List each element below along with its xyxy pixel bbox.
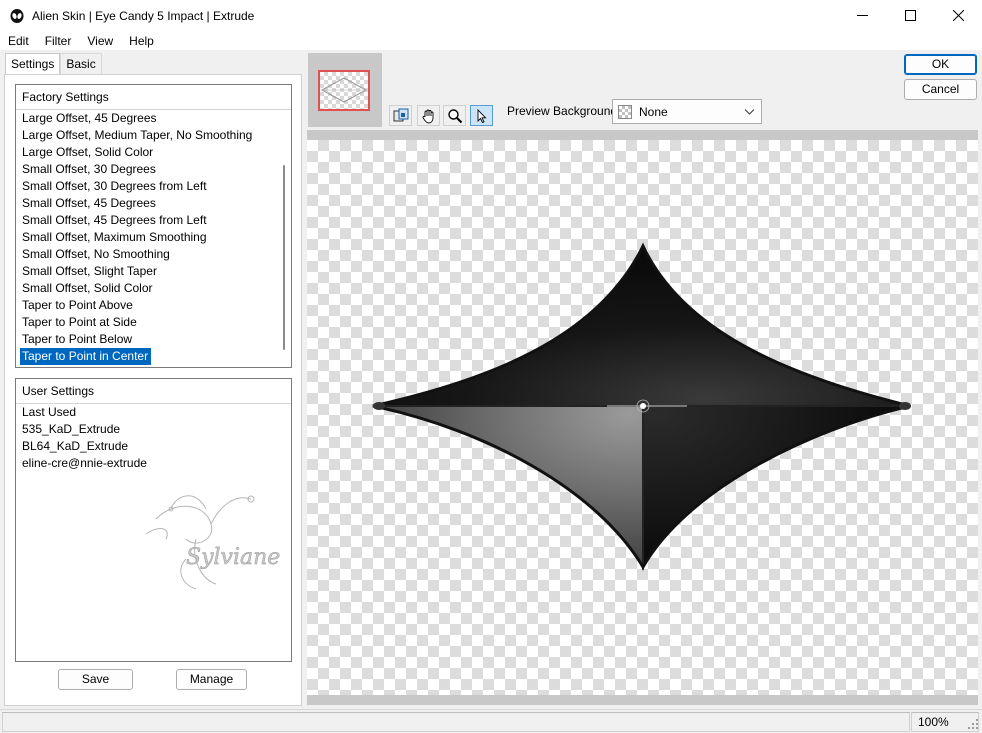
- preview-frame: [307, 130, 978, 705]
- user-settings-list[interactable]: User Settings Last Used 535_KaD_Extrude BL…: [15, 378, 292, 662]
- list-item[interactable]: Small Offset, 45 Degrees from Left: [20, 212, 277, 229]
- settings-panel: Settings Basic Factory Settings Large Of…: [0, 50, 304, 706]
- list-item[interactable]: Small Offset, No Smoothing: [20, 246, 277, 263]
- hand-tool-button[interactable]: [417, 105, 440, 126]
- factory-settings-list[interactable]: Factory Settings Large Offset, 45 Degree…: [15, 84, 292, 368]
- preview-toggle-icon: [393, 108, 408, 121]
- save-button[interactable]: Save: [58, 669, 133, 690]
- extruded-star-preview: [372, 242, 911, 571]
- hand-icon: [422, 109, 433, 123]
- menu-view[interactable]: View: [79, 34, 121, 48]
- navigator-thumbnail[interactable]: [308, 53, 382, 127]
- preview-background-value: None: [639, 104, 668, 119]
- pointer-icon: [477, 108, 487, 123]
- zoom-icon: [447, 108, 462, 123]
- pointer-tool-button[interactable]: [470, 105, 493, 126]
- list-item[interactable]: Taper to Point Above: [20, 297, 277, 314]
- tab-settings[interactable]: Settings: [5, 53, 61, 74]
- list-item[interactable]: Large Offset, Solid Color: [20, 144, 277, 161]
- minimize-button[interactable]: [838, 0, 886, 31]
- tab-basic[interactable]: Basic: [60, 53, 102, 75]
- list-item[interactable]: 535_KaD_Extrude: [20, 421, 277, 438]
- close-icon: [952, 10, 964, 21]
- chevron-down-icon: [744, 109, 755, 115]
- list-item-selected[interactable]: Taper to Point in Center: [20, 348, 152, 365]
- minimize-icon: [856, 15, 868, 16]
- alien-skin-app-icon: [10, 8, 24, 23]
- preview-panel: Preview Background: None OK Cancel: [306, 50, 982, 705]
- factory-settings-items: Large Offset, 45 Degrees Large Offset, Me…: [20, 110, 277, 365]
- resize-grip-icon: [968, 719, 978, 729]
- cancel-button[interactable]: Cancel: [904, 79, 977, 100]
- list-item[interactable]: eline-cre@nnie-extrude: [20, 455, 277, 472]
- title-bar: Alien Skin | Eye Candy 5 Impact | Extrud…: [0, 0, 982, 31]
- list-item[interactable]: Taper to Point at Side: [20, 314, 277, 331]
- menu-filter[interactable]: Filter: [37, 34, 80, 48]
- list-item[interactable]: Small Offset, Slight Taper: [20, 263, 277, 280]
- sylviane-watermark-logo: Sylviane: [145, 495, 281, 590]
- list-item[interactable]: Small Offset, 45 Degrees: [20, 195, 277, 212]
- manage-button[interactable]: Manage: [176, 669, 247, 690]
- list-item[interactable]: Small Offset, Maximum Smoothing: [20, 229, 277, 246]
- maximize-button[interactable]: [886, 0, 934, 31]
- thumbnail-shape: [320, 77, 368, 103]
- list-item[interactable]: Small Offset, 30 Degrees from Left: [20, 178, 277, 195]
- list-item[interactable]: Taper to Point Below: [20, 331, 277, 348]
- preview-background-dropdown[interactable]: None: [612, 99, 762, 124]
- menu-help[interactable]: Help: [121, 34, 162, 48]
- list-item[interactable]: Small Offset, Solid Color: [20, 280, 277, 297]
- ok-button[interactable]: OK: [904, 54, 977, 75]
- user-settings-header: User Settings: [22, 384, 95, 398]
- transparent-swatch-icon: [618, 104, 632, 119]
- preview-canvas[interactable]: [307, 140, 978, 695]
- navigator-viewport-frame[interactable]: [318, 70, 370, 111]
- close-button[interactable]: [934, 0, 982, 31]
- factory-list-scrollbar[interactable]: [283, 165, 285, 350]
- list-item[interactable]: Last Used: [20, 404, 277, 421]
- user-settings-items: Last Used 535_KaD_Extrude BL64_KaD_Extrude…: [20, 404, 277, 472]
- list-item[interactable]: Large Offset, 45 Degrees: [20, 110, 277, 127]
- preview-background-label: Preview Background:: [507, 104, 621, 118]
- maximize-icon: [904, 10, 916, 21]
- status-cell-main: [2, 712, 910, 732]
- preview-toggle-button[interactable]: [389, 105, 412, 126]
- zoom-level: 100%: [918, 715, 949, 729]
- settings-tab-body: Factory Settings Large Offset, 45 Degree…: [4, 74, 302, 706]
- status-bar: 100%: [0, 709, 982, 733]
- list-item[interactable]: Small Offset, 30 Degrees: [20, 161, 277, 178]
- svg-text:Sylviane: Sylviane: [186, 545, 280, 570]
- list-item[interactable]: Large Offset, Medium Taper, No Smoothing: [20, 127, 277, 144]
- zoom-tool-button[interactable]: [443, 105, 466, 126]
- list-item[interactable]: BL64_KaD_Extrude: [20, 438, 277, 455]
- menu-edit[interactable]: Edit: [0, 34, 37, 48]
- menu-bar: Edit Filter View Help: [0, 31, 982, 50]
- factory-settings-header: Factory Settings: [22, 90, 109, 104]
- window-title: Alien Skin | Eye Candy 5 Impact | Extrud…: [32, 8, 255, 23]
